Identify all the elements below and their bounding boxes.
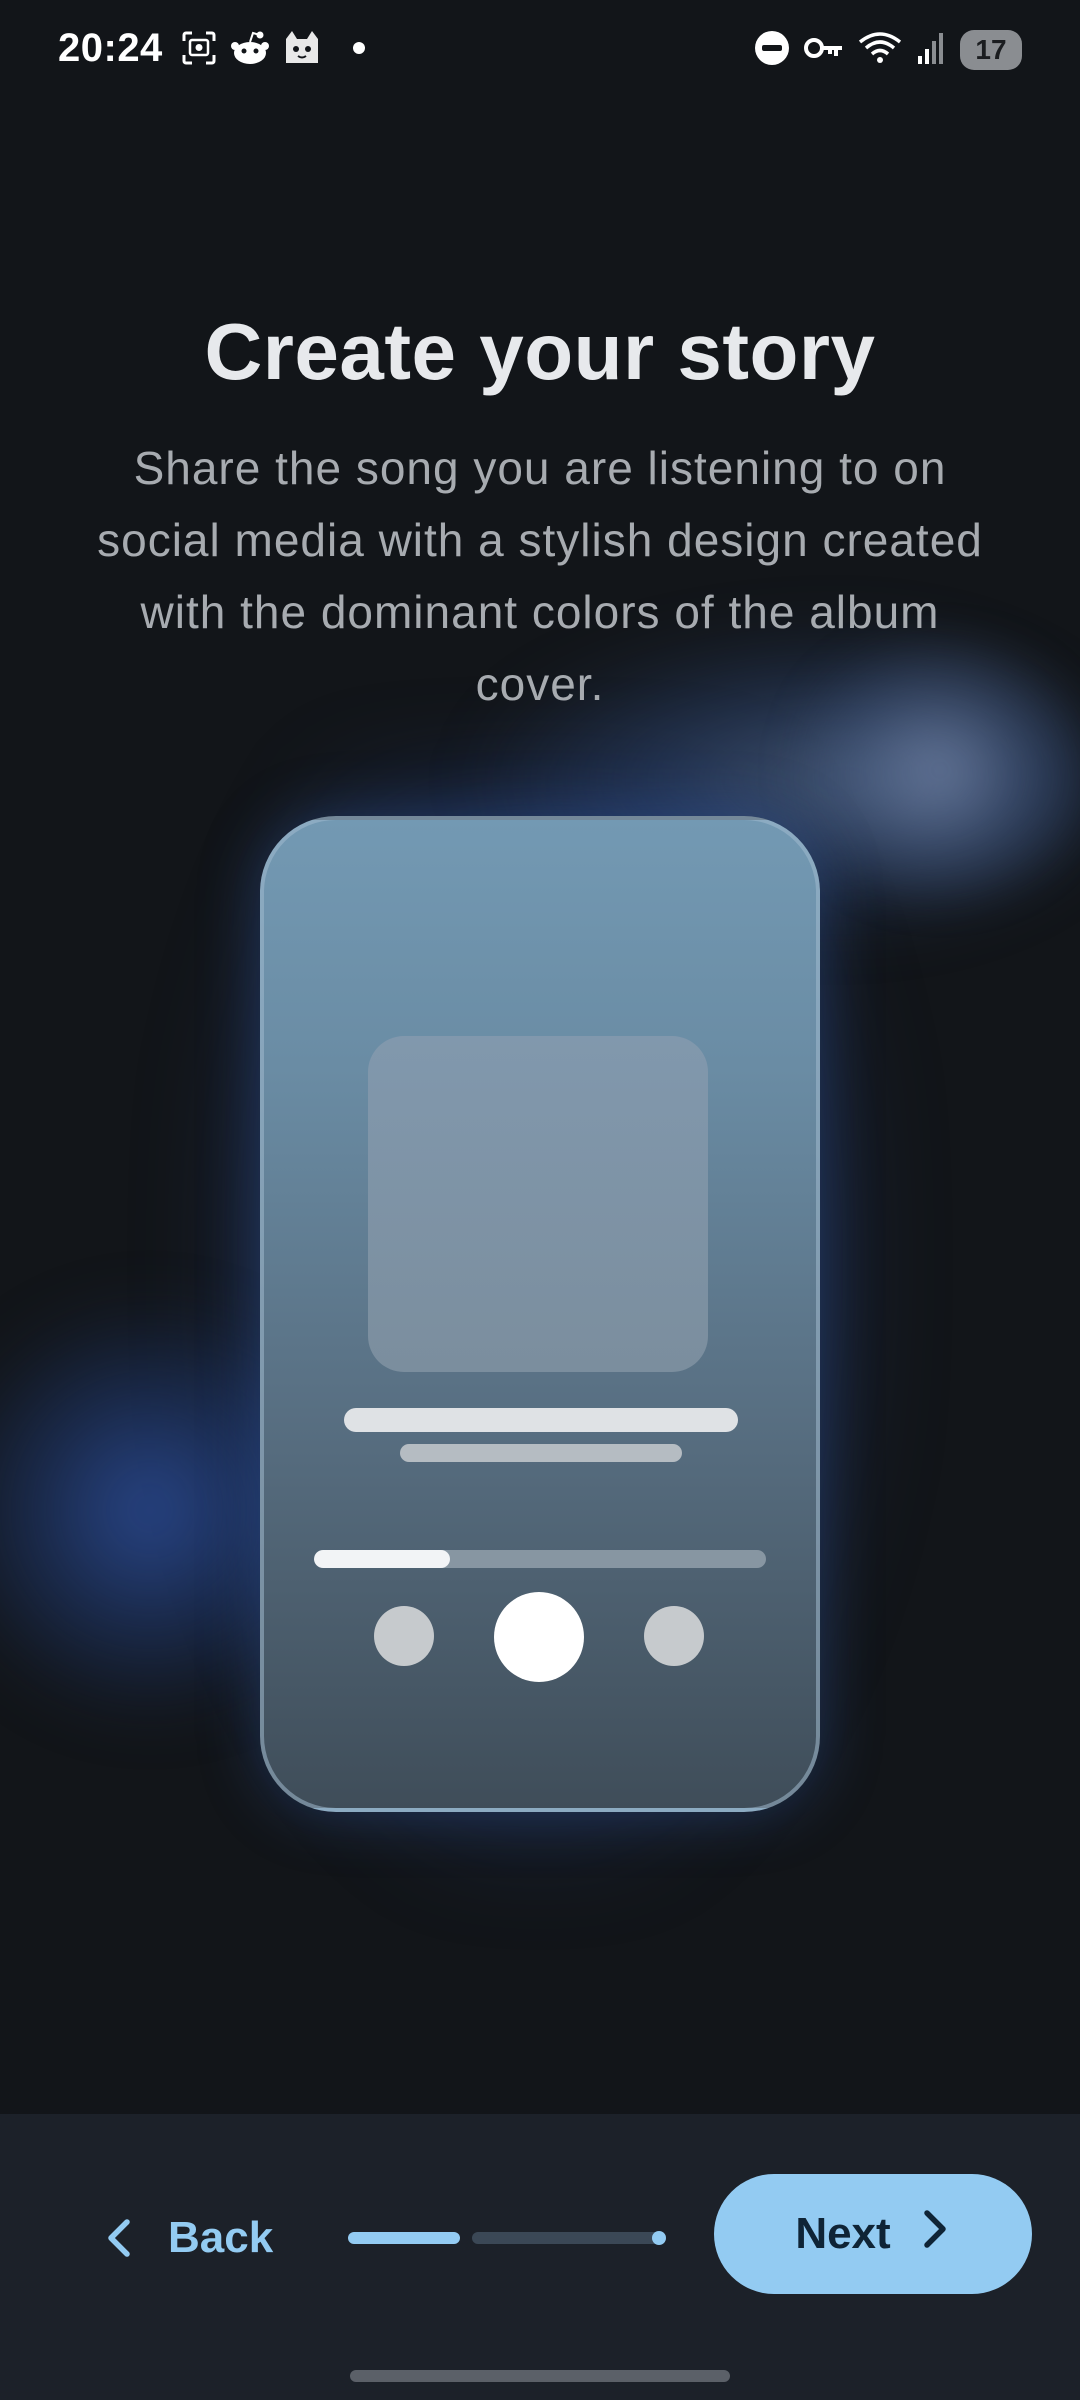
page-indicator-end-dot xyxy=(652,2231,666,2245)
song-title-placeholder xyxy=(344,1408,738,1432)
next-button-label: Next xyxy=(795,2209,891,2258)
status-notification-icons xyxy=(180,30,366,70)
back-button-label: Back xyxy=(168,2213,274,2262)
artist-name-placeholder xyxy=(400,1444,682,1462)
play-control-shape xyxy=(494,1592,584,1682)
status-time: 20:24 xyxy=(58,26,163,70)
home-gesture-bar[interactable] xyxy=(350,2370,730,2382)
cat-app-icon xyxy=(282,29,322,72)
vpn-key-icon xyxy=(804,30,844,71)
page-title: Create your story xyxy=(204,307,876,396)
playback-progress-fill xyxy=(314,1550,450,1568)
next-button[interactable]: Next xyxy=(714,2174,1032,2294)
previous-control-shape xyxy=(374,1606,434,1666)
chevron-left-icon xyxy=(96,2216,140,2260)
back-button[interactable]: Back xyxy=(96,2188,273,2288)
wifi-icon xyxy=(858,30,902,71)
page-indicator-remaining xyxy=(472,2232,660,2244)
do-not-disturb-icon xyxy=(754,30,790,71)
status-system-icons: 17 xyxy=(754,28,1022,72)
page-indicator-active xyxy=(348,2232,460,2244)
screenshot-icon xyxy=(180,29,218,72)
notification-dot-icon xyxy=(352,41,366,60)
reddit-icon xyxy=(230,29,270,72)
page-description: Share the song you are listening to on s… xyxy=(97,442,983,710)
onboarding-screen: 20:24 17 Create your story Share the son… xyxy=(0,0,1080,2400)
album-cover-placeholder xyxy=(368,1036,708,1372)
next-control-shape xyxy=(644,1606,704,1666)
chevron-right-icon xyxy=(921,2207,951,2262)
battery-indicator: 17 xyxy=(960,30,1022,70)
page-indicator xyxy=(348,2228,668,2248)
status-bar: 20:24 17 xyxy=(0,0,1080,100)
signal-icon xyxy=(916,30,946,71)
playback-progress-track xyxy=(314,1550,766,1568)
